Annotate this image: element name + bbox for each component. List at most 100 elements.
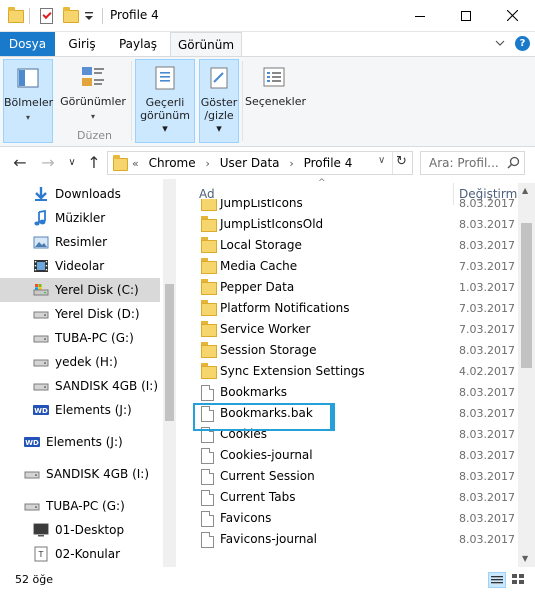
tab-home[interactable]: Giriş [57,32,107,56]
video-film-icon [33,258,49,274]
layout-group-label: Düzen [77,129,112,142]
details-view-button[interactable] [488,572,506,588]
search-input[interactable]: Ara: Profil... [429,156,499,170]
large-icons-view-icon [512,574,524,584]
refresh-button[interactable]: ↻ [396,154,407,169]
search-box[interactable]: Ara: Profil... [420,151,525,175]
list-item[interactable]: Media Cache 7.03.2017 0 [195,256,520,277]
new-folder-icon[interactable] [63,6,79,25]
drive-icon [24,466,40,482]
list-item[interactable]: Service Worker 7.03.2017 2 [195,319,520,340]
customize-quick-access-icon[interactable] [84,7,94,25]
current-view-button[interactable]: Geçerli görünüm ▾ [135,59,195,143]
back-button[interactable]: ← [10,153,30,173]
svg-text:T: T [38,550,44,559]
up-button[interactable]: ↑ [84,153,104,173]
help-icon[interactable]: ? [515,36,530,51]
drive-icon [33,354,49,370]
item-count: 52 öğe [15,573,53,586]
nav-item-sandisk-i-root[interactable]: SANDISK 4GB (I:) [0,462,160,486]
breadcrumb-overflow[interactable]: « [132,157,139,170]
list-item[interactable]: Favicons-journal 8.03.2017 1 [195,529,520,550]
ribbon-tabs: Dosya Giriş Paylaş Görünüm ? [0,32,535,57]
drive-icon [33,306,49,322]
window-title: Profile 4 [110,8,159,22]
folder-icon [201,279,217,295]
options-icon [260,63,288,91]
nav-item-02-konular[interactable]: T 02-Konular [0,542,160,566]
list-item[interactable]: Current Session 8.03.2017 1 [195,466,520,487]
panes-button[interactable]: Bölmeler ▾ [3,59,53,143]
file-list: JumpListIcons 8.03.2017 1 JumpListIconsOl… [195,199,520,559]
breadcrumb-user-data[interactable]: User Data [220,156,280,170]
list-item[interactable]: Current Tabs 8.03.2017 1 [195,487,520,508]
navigation-pane-scrollbar[interactable] [163,179,176,567]
file-icon [201,469,214,485]
nav-item-pictures[interactable]: Resimler [0,230,160,254]
list-item[interactable]: JumpListIconsOld 8.03.2017 1 [195,214,520,235]
scroll-up-button[interactable]: ▲ [522,186,528,195]
scrollbar-thumb[interactable] [165,284,174,421]
tab-file[interactable]: Dosya [0,32,55,56]
nav-item-tuba-pc-g[interactable]: TUBA-PC (G:) [0,326,160,350]
svg-text:WD: WD [25,439,39,447]
drive-icon [24,498,40,514]
list-item[interactable]: Platform Notifications 7.03.2017 0 [195,298,520,319]
status-bar: 52 öğe [0,567,535,593]
file-list-scrollbar[interactable]: ▲ ▼ [518,183,535,567]
nav-item-elements-j[interactable]: WD Elements (J:) [0,398,160,422]
ribbon-collapse-icon[interactable] [494,37,508,51]
wd-drive-icon: WD [24,434,40,450]
list-item[interactable]: Local Storage 8.03.2017 1 [195,235,520,256]
nav-item-music[interactable]: Müzikler [0,206,160,230]
list-item[interactable]: Sync Extension Settings 4.02.2017 2 [195,361,520,382]
scroll-down-button[interactable]: ▼ [522,554,528,563]
properties-icon[interactable] [40,7,53,25]
list-item[interactable]: Session Storage 8.03.2017 1 [195,340,520,361]
breadcrumb-separator[interactable]: › [205,157,209,170]
wd-drive-icon: WD [33,402,49,418]
breadcrumb-separator[interactable]: › [289,157,293,170]
folder-icon [113,155,128,171]
folder-icon [201,216,217,232]
show-hide-button[interactable]: Göster /gizle ▾ [199,59,239,143]
folder-icon [201,363,217,379]
breadcrumb: « Chrome › User Data › Profile 4 [132,156,358,170]
list-item[interactable]: Pepper Data 1.03.2017 1 [195,277,520,298]
show-hide-icon [205,64,233,92]
forward-button[interactable]: → [38,153,58,173]
folder-icon [201,199,217,211]
scrollbar-thumb[interactable] [521,223,532,368]
options-button[interactable]: Seçenekler [245,59,306,143]
address-dropdown-button[interactable]: ∨ [378,155,385,166]
file-icon [201,511,214,527]
breadcrumb-profile-4[interactable]: Profile 4 [304,156,353,170]
breadcrumb-chrome[interactable]: Chrome [149,156,196,170]
list-item[interactable]: JumpListIcons 8.03.2017 1 [195,199,520,214]
nav-item-local-disk-c[interactable]: Yerel Disk (C:) [0,278,160,302]
navigation-pane: Downloads Müzikler Resimler Videolar Yer… [0,179,175,567]
list-item[interactable]: Cookies-journal 8.03.2017 1 [195,445,520,466]
address-bar[interactable]: « Chrome › User Data › Profile 4 ∨ ↻ [107,151,413,175]
list-item[interactable]: Favicons 8.03.2017 1 [195,508,520,529]
title-bar: Profile 4 [0,0,535,32]
file-icon [201,532,214,548]
list-item[interactable]: Bookmarks 8.03.2017 1 [195,382,520,403]
nav-item-sandisk-i[interactable]: SANDISK 4GB (I:) [0,374,160,398]
large-icons-view-button[interactable] [510,572,528,588]
nav-item-01-desktop[interactable]: 01-Desktop [0,518,160,542]
maximize-button[interactable] [443,0,489,31]
nav-item-elements-j-root[interactable]: WD Elements (J:) [0,430,160,454]
minimize-button[interactable] [397,0,443,31]
nav-item-yedek-h[interactable]: yedek (H:) [0,350,160,374]
tab-share[interactable]: Paylaş [110,32,166,56]
nav-item-local-disk-d[interactable]: Yerel Disk (D:) [0,302,160,326]
recent-locations-button[interactable]: ∨ [62,153,82,173]
nav-item-downloads[interactable]: Downloads [0,182,160,206]
nav-item-videos[interactable]: Videolar [0,254,160,278]
tab-view[interactable]: Görünüm [170,32,242,57]
pictures-icon [33,234,49,250]
close-button[interactable] [489,0,535,31]
folder-icon [201,237,217,253]
nav-item-tuba-pc-g-root[interactable]: TUBA-PC (G:) [0,494,160,518]
